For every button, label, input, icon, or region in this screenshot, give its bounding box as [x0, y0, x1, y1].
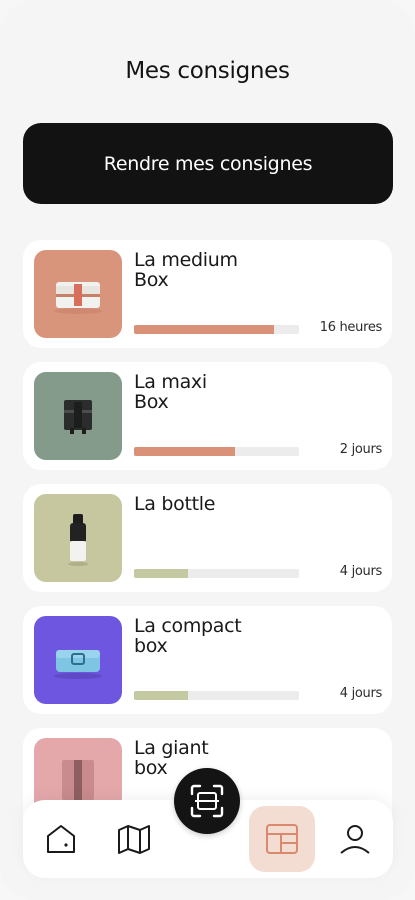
profile-icon	[340, 825, 370, 854]
consignes-icon	[266, 824, 298, 854]
nav-profile[interactable]	[330, 814, 380, 864]
consigne-card[interactable]: La bottle 4 jours	[23, 484, 392, 592]
remaining-time: 16 heures	[319, 320, 383, 335]
progress-fill	[134, 691, 189, 700]
scan-icon	[190, 784, 224, 818]
consigne-progress-bar	[134, 691, 299, 700]
home-icon	[47, 825, 75, 853]
consigne-card[interactable]: La compact box 4 jours	[23, 606, 392, 714]
consigne-card[interactable]: La medium Box 16 heures	[23, 240, 392, 348]
nav-map[interactable]	[109, 814, 159, 864]
consigne-name: La bottle	[134, 493, 216, 515]
consigne-progress-bar	[134, 325, 299, 334]
medium-box-icon	[34, 250, 122, 338]
progress-fill	[134, 569, 189, 578]
map-icon	[118, 825, 150, 854]
compact-box-icon	[34, 616, 122, 704]
consigne-card[interactable]: La maxi Box 2 jours	[23, 362, 392, 470]
remaining-time: 2 jours	[339, 442, 383, 457]
consigne-progress-bar	[134, 569, 299, 578]
app-screen: Mes consignes Rendre mes consignes La me…	[0, 0, 415, 900]
consigne-progress-bar	[134, 447, 299, 456]
page-title: Mes consignes	[125, 58, 290, 84]
bottle-icon	[34, 494, 122, 582]
consigne-name: La maxi Box	[134, 371, 207, 413]
consigne-name: La medium Box	[134, 249, 238, 291]
maxi-box-icon	[34, 372, 122, 460]
consigne-name: La compact box	[134, 615, 242, 657]
nav-consignes[interactable]	[249, 806, 315, 872]
progress-fill	[134, 325, 275, 334]
remaining-time: 4 jours	[339, 564, 383, 579]
scan-button[interactable]	[174, 768, 240, 834]
nav-home[interactable]	[36, 814, 86, 864]
return-consignes-button[interactable]: Rendre mes consignes	[23, 123, 393, 204]
remaining-time: 4 jours	[339, 686, 383, 701]
progress-fill	[134, 447, 235, 456]
